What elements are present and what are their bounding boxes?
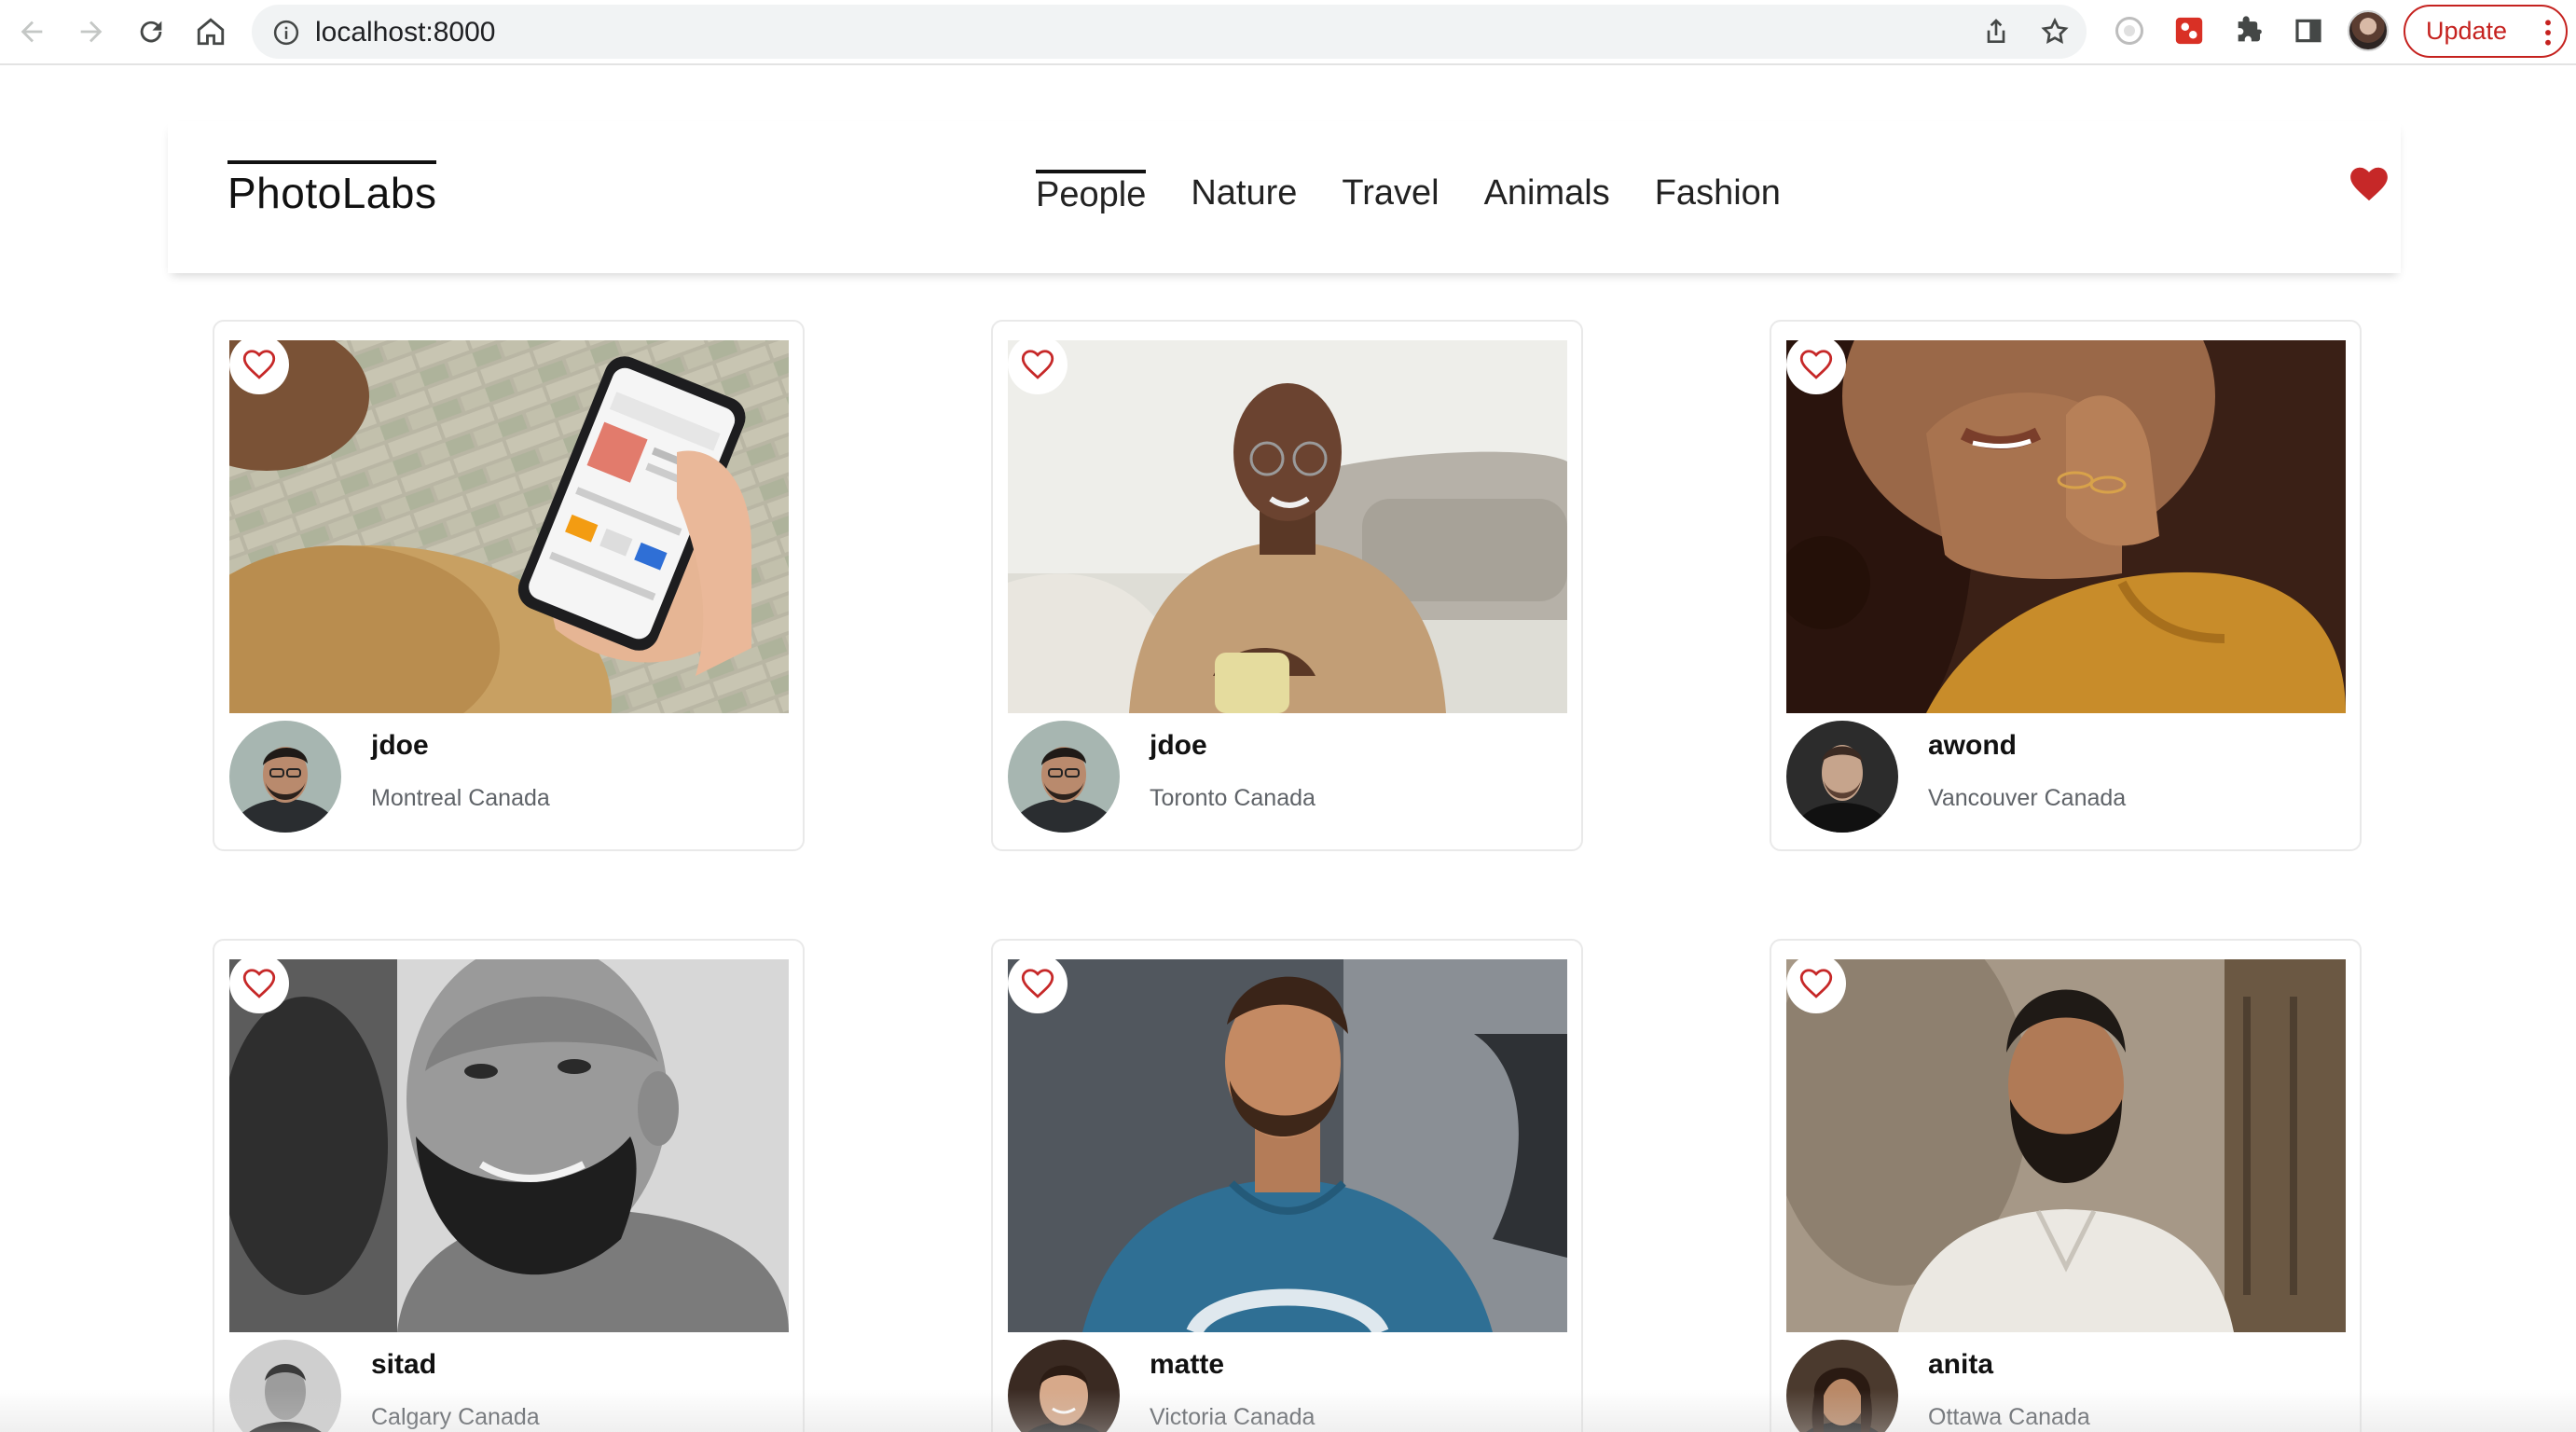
location: Victoria Canada	[1150, 1404, 1316, 1430]
menu-dots-icon	[2545, 20, 2551, 46]
profile-avatar[interactable]	[2348, 10, 2389, 51]
photo-image[interactable]	[1786, 340, 2346, 713]
browser-toolbar: localhost:8000 Update	[0, 0, 2576, 65]
forward-button[interactable]	[69, 9, 114, 54]
topic-animals[interactable]: Animals	[1484, 170, 1610, 215]
photo-image[interactable]	[1008, 959, 1567, 1332]
extensions-puzzle-icon[interactable]	[2230, 12, 2267, 49]
user-avatar	[1008, 1340, 1120, 1432]
topic-people[interactable]: People	[1036, 170, 1147, 215]
logo[interactable]: PhotoLabs	[227, 160, 437, 218]
side-panel-icon[interactable]	[2290, 12, 2327, 49]
user-avatar	[229, 1340, 341, 1432]
location: Calgary Canada	[371, 1404, 540, 1430]
photo-image[interactable]	[1786, 959, 2346, 1332]
user-avatar	[1786, 721, 1898, 833]
share-icon[interactable]	[1981, 17, 2011, 47]
favourite-button[interactable]	[229, 335, 289, 394]
home-icon	[197, 18, 225, 46]
location: Vancouver Canada	[1928, 785, 2127, 811]
username: jdoe	[371, 730, 429, 761]
location: Ottawa Canada	[1928, 1404, 2090, 1430]
heart-outline-icon	[1799, 350, 1833, 379]
forward-arrow-icon	[80, 21, 103, 43]
photo-card[interactable]: anita Ottawa Canada	[1770, 939, 2362, 1432]
extension-timer-icon[interactable]	[2111, 12, 2148, 49]
heart-outline-icon	[1021, 350, 1054, 379]
username: matte	[1150, 1349, 1225, 1380]
photo-image[interactable]	[229, 959, 789, 1332]
home-button[interactable]	[188, 9, 233, 54]
reload-button[interactable]	[129, 9, 173, 54]
extension-red-icon[interactable]	[2170, 12, 2208, 49]
user-avatar	[1786, 1340, 1898, 1432]
photo-card[interactable]: jdoe Montreal Canada	[213, 320, 805, 851]
username: anita	[1928, 1349, 1994, 1380]
topic-list: People Nature Travel Animals Fashion	[1036, 170, 1781, 215]
user-avatar	[229, 721, 341, 833]
user-avatar	[1008, 721, 1120, 833]
photo-card[interactable]: matte Victoria Canada	[991, 939, 1583, 1432]
heart-outline-icon	[242, 350, 276, 379]
url-text[interactable]: localhost:8000	[315, 17, 495, 48]
photo-card[interactable]: sitad Calgary Canada	[213, 939, 805, 1432]
bookmark-star-icon[interactable]	[2040, 17, 2070, 47]
update-button[interactable]: Update	[2404, 5, 2568, 58]
location: Montreal Canada	[371, 785, 550, 811]
photo-card[interactable]: jdoe Toronto Canada	[991, 320, 1583, 851]
topic-fashion[interactable]: Fashion	[1655, 170, 1781, 215]
reload-icon	[140, 21, 162, 43]
topic-nature[interactable]: Nature	[1191, 170, 1297, 215]
favourite-button[interactable]	[1008, 954, 1068, 1013]
info-icon[interactable]	[272, 19, 300, 47]
location: Toronto Canada	[1150, 785, 1316, 811]
username: awond	[1928, 730, 2017, 761]
back-button[interactable]	[9, 9, 54, 54]
favourites-heart-icon[interactable]	[2349, 166, 2389, 201]
heart-outline-icon	[1799, 969, 1833, 998]
photo-image[interactable]	[1008, 340, 1567, 713]
heart-outline-icon	[242, 969, 276, 998]
top-navigation-bar: PhotoLabs People Nature Travel Animals F…	[168, 121, 2401, 273]
back-arrow-icon	[21, 21, 43, 43]
favourite-button[interactable]	[1786, 954, 1846, 1013]
address-bar[interactable]: localhost:8000	[252, 5, 2087, 59]
heart-outline-icon	[1021, 969, 1054, 998]
favourite-button[interactable]	[229, 954, 289, 1013]
favourite-button[interactable]	[1786, 335, 1846, 394]
update-label: Update	[2426, 17, 2508, 45]
photo-card[interactable]: awond Vancouver Canada	[1770, 320, 2362, 851]
photo-image[interactable]	[229, 340, 789, 713]
username: sitad	[371, 1349, 437, 1380]
username: jdoe	[1150, 730, 1207, 761]
topic-travel[interactable]: Travel	[1342, 170, 1439, 215]
favourite-button[interactable]	[1008, 335, 1068, 394]
